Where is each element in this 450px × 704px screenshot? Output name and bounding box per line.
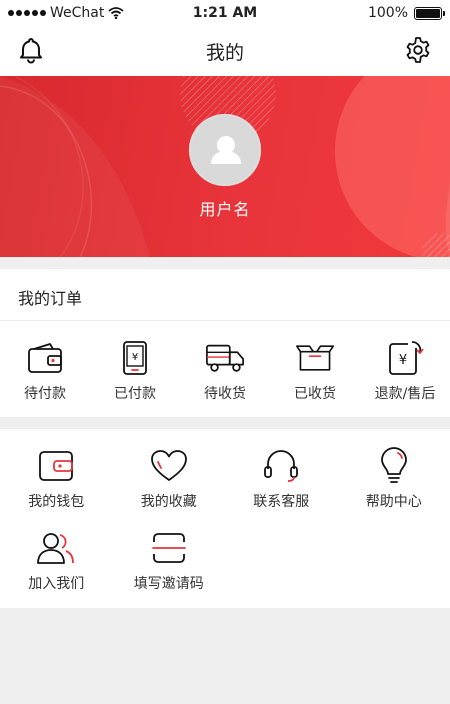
order-label: 待收货 <box>204 386 246 402</box>
service-label: 联系客服 <box>253 494 310 510</box>
orders-row: 待付款 ¥ 已付款 待收货 已收货 ¥ 退款/售后 <box>0 321 450 416</box>
order-label: 已付款 <box>114 386 156 402</box>
username[interactable]: 用户名 <box>0 196 450 220</box>
svg-text:¥: ¥ <box>399 353 407 368</box>
page-title: 我的 <box>205 42 244 64</box>
order-label: 退款/售后 <box>374 386 436 402</box>
status-bar: WeChat 1:21 AM 100% <box>0 0 450 26</box>
orders-section: 我的订单 待付款 ¥ 已付款 待收货 已收货 ¥ 退款/售后 <box>0 269 450 417</box>
user-silhouette-icon <box>211 136 241 164</box>
battery-percent: 100% <box>367 5 408 21</box>
lightbulb-icon <box>374 447 414 485</box>
paid-phone-icon: ¥ <box>115 339 155 377</box>
service-help-center[interactable]: 帮助中心 <box>338 429 450 511</box>
avatar[interactable] <box>189 114 261 186</box>
box-icon <box>295 339 335 377</box>
order-label: 已收货 <box>294 386 336 402</box>
service-label: 帮助中心 <box>365 494 422 510</box>
service-favorites[interactable]: 我的收藏 <box>113 429 226 511</box>
service-label: 加入我们 <box>28 576 85 592</box>
services-grid: 我的钱包 我的收藏 联系客服 帮助中心 加入我们 填写邀请码 <box>0 429 450 593</box>
service-invite-code[interactable]: 填写邀请码 <box>113 511 226 593</box>
service-label: 填写邀请码 <box>133 576 204 592</box>
status-right: 100% <box>367 5 445 21</box>
truck-icon <box>205 339 245 377</box>
refund-icon: ¥ <box>385 339 425 377</box>
service-contact-support[interactable]: 联系客服 <box>225 429 338 511</box>
profile-banner: 用户名 <box>0 76 450 257</box>
battery-icon <box>414 6 445 20</box>
service-join-us[interactable]: 加入我们 <box>0 511 113 593</box>
service-my-wallet[interactable]: 我的钱包 <box>0 429 113 511</box>
gear-icon[interactable] <box>404 36 432 68</box>
order-refund-aftersale[interactable]: ¥ 退款/售后 <box>360 321 450 416</box>
service-label: 我的钱包 <box>28 494 85 510</box>
people-icon <box>36 529 76 567</box>
order-paid[interactable]: ¥ 已付款 <box>90 321 180 416</box>
svg-text:¥: ¥ <box>132 352 138 363</box>
card-wallet-icon <box>36 447 76 485</box>
scan-icon <box>149 529 189 567</box>
order-label: 待付款 <box>24 386 66 402</box>
order-received[interactable]: 已收货 <box>270 321 360 416</box>
order-pending-payment[interactable]: 待付款 <box>0 321 90 416</box>
headset-icon <box>261 447 301 485</box>
heart-icon <box>149 447 189 485</box>
services-section: 我的钱包 我的收藏 联系客服 帮助中心 加入我们 填写邀请码 <box>0 429 450 608</box>
orders-header[interactable]: 我的订单 <box>0 269 450 321</box>
nav-bar: 我的 <box>0 26 450 76</box>
wallet-icon <box>25 339 65 377</box>
service-label: 我的收藏 <box>140 494 197 510</box>
order-awaiting-delivery[interactable]: 待收货 <box>180 321 270 416</box>
